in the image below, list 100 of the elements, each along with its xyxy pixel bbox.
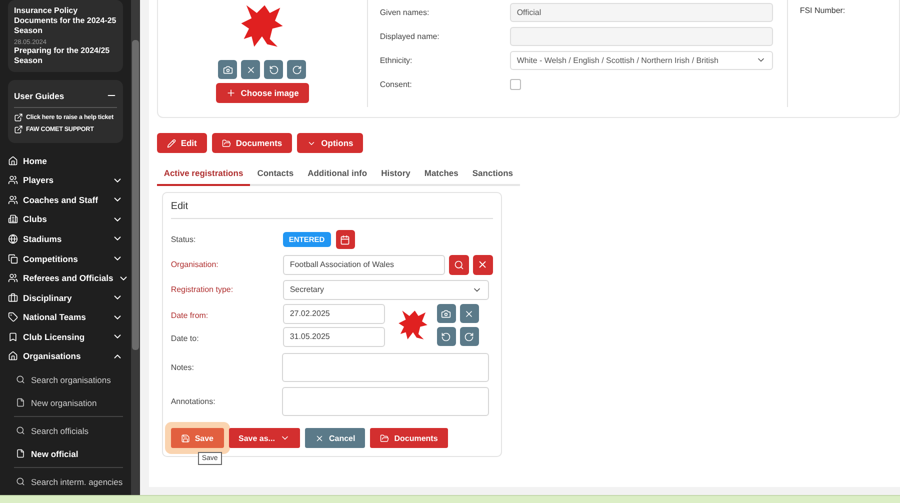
nav-subitem[interactable]: New organisation: [14, 391, 123, 414]
external-link-icon: [14, 113, 23, 122]
nav-icon: [8, 156, 18, 166]
image-tool-button[interactable]: [460, 327, 479, 346]
nav-subitem[interactable]: New official: [14, 442, 123, 466]
close-icon: [246, 64, 256, 74]
date-field[interactable]: 31.05.2025: [282, 326, 385, 346]
text-field[interactable]: Official: [510, 2, 773, 22]
field-label: Organisation:: [170, 260, 220, 269]
plus-icon: [226, 88, 236, 98]
rotate-left-icon: [268, 64, 279, 74]
search-icon: [16, 375, 25, 384]
external-link-icon: [14, 125, 23, 134]
scrollbar-thumb[interactable]: [132, 40, 139, 350]
nav-subitem[interactable]: Search organisations: [14, 368, 123, 392]
nav-icon: [8, 175, 18, 186]
nav-icon: [8, 351, 18, 362]
nav-icon: [8, 214, 18, 224]
field-label: Registration type:: [170, 285, 234, 294]
tab[interactable]: Sanctions: [465, 163, 520, 186]
rotate-left-icon: [441, 332, 452, 342]
select-field[interactable]: Secretary: [282, 280, 489, 300]
action-button[interactable]: Options: [297, 133, 364, 153]
tab[interactable]: Matches: [417, 163, 466, 186]
folder-icon: [222, 138, 231, 148]
form-button[interactable]: Save as...: [228, 428, 300, 448]
nav-icon: [8, 332, 18, 342]
image-tool-button[interactable]: [264, 60, 284, 79]
search-icon: [454, 260, 464, 270]
nav-item[interactable]: Competitions: [8, 248, 123, 268]
close-icon: [314, 434, 324, 442]
nav-item[interactable]: Referees and Officials: [8, 268, 123, 288]
nav-item[interactable]: Clubs: [8, 210, 123, 230]
search-icon: [16, 477, 25, 486]
nav-icon: [8, 292, 18, 303]
calendar-button[interactable]: [336, 230, 355, 249]
pencil-icon: [166, 138, 176, 148]
document-icon: [16, 398, 25, 408]
nav-item[interactable]: Club Licensing: [8, 326, 123, 346]
action-button[interactable]: Documents: [212, 133, 292, 153]
nav-item[interactable]: Disciplinary: [8, 288, 123, 308]
image-tool-button[interactable]: [241, 60, 260, 79]
image-tool-button[interactable]: [460, 304, 479, 323]
text-field[interactable]: [510, 26, 773, 46]
news-title[interactable]: Preparing for the 2024/25 Season: [14, 46, 117, 66]
document-icon: [16, 449, 25, 458]
nav-item[interactable]: Players: [8, 170, 123, 190]
tab[interactable]: Contacts: [250, 163, 301, 186]
nav-icon: [8, 194, 18, 205]
nav-item[interactable]: Stadiums: [8, 229, 123, 249]
cancel-button[interactable]: Cancel: [304, 428, 366, 448]
nav-item[interactable]: Organisations: [8, 346, 123, 366]
nav-icon: [8, 312, 18, 322]
news-title[interactable]: Insurance Policy Documents for the 2024-25 Season: [14, 6, 117, 36]
date-field[interactable]: 27.02.2025: [282, 304, 385, 324]
action-button[interactable]: Edit: [156, 133, 207, 153]
rotate-right-icon: [292, 64, 302, 74]
checkbox[interactable]: [510, 78, 521, 90]
image-tool-button[interactable]: [436, 304, 456, 323]
nav-icon: [8, 254, 18, 264]
tab[interactable]: Active registrations: [156, 163, 250, 186]
nav-item[interactable]: National Teams: [8, 307, 123, 327]
field-label: Ethnicity:: [380, 56, 414, 64]
field-label: Status:: [170, 235, 197, 244]
nav-icon: [8, 234, 18, 244]
folder-icon: [380, 434, 390, 442]
search-button[interactable]: [448, 254, 469, 274]
field-label: Displayed name:: [380, 32, 440, 40]
form-button[interactable]: Documents: [370, 428, 448, 448]
field-label: Consent:: [380, 80, 413, 88]
image-tool-button[interactable]: [436, 327, 456, 346]
camera-icon: [222, 64, 233, 74]
clear-button[interactable]: [472, 254, 493, 274]
field-label: Date to:: [170, 334, 199, 342]
close-icon: [477, 259, 488, 270]
close-icon: [464, 308, 474, 318]
nav-icon: [8, 273, 18, 284]
rotate-right-icon: [464, 332, 474, 342]
choose-image-button[interactable]: Choose image: [216, 83, 309, 103]
nav-subitem[interactable]: Search officials: [14, 419, 123, 442]
tab[interactable]: History: [374, 163, 418, 186]
field-label: FSI Number:: [800, 6, 846, 15]
card-title: User Guides: [14, 90, 64, 100]
nav-item[interactable]: Home: [8, 151, 123, 171]
field-label: Date from:: [170, 310, 208, 320]
organisation-field[interactable]: Football Association of Wales: [282, 254, 445, 274]
panel-title: Edit: [170, 193, 493, 219]
field-label: Given names:: [380, 8, 430, 16]
form-button[interactable]: Save: [170, 428, 224, 448]
tab[interactable]: Additional info: [300, 163, 374, 186]
nav-item[interactable]: Coaches and Staff: [8, 190, 123, 210]
field-label: Notes:: [170, 363, 195, 372]
camera-icon: [441, 308, 452, 318]
select-field[interactable]: White - Welsh / English / Scottish / Northern Irish / British: [510, 50, 773, 70]
nav-subitem[interactable]: Search interm. agencies: [14, 470, 123, 494]
image-tool-button[interactable]: [287, 60, 306, 79]
calendar-icon: [340, 234, 350, 244]
image-tool-button[interactable]: [218, 60, 238, 79]
search-icon: [16, 426, 25, 436]
field-label: Annotations:: [170, 397, 216, 406]
